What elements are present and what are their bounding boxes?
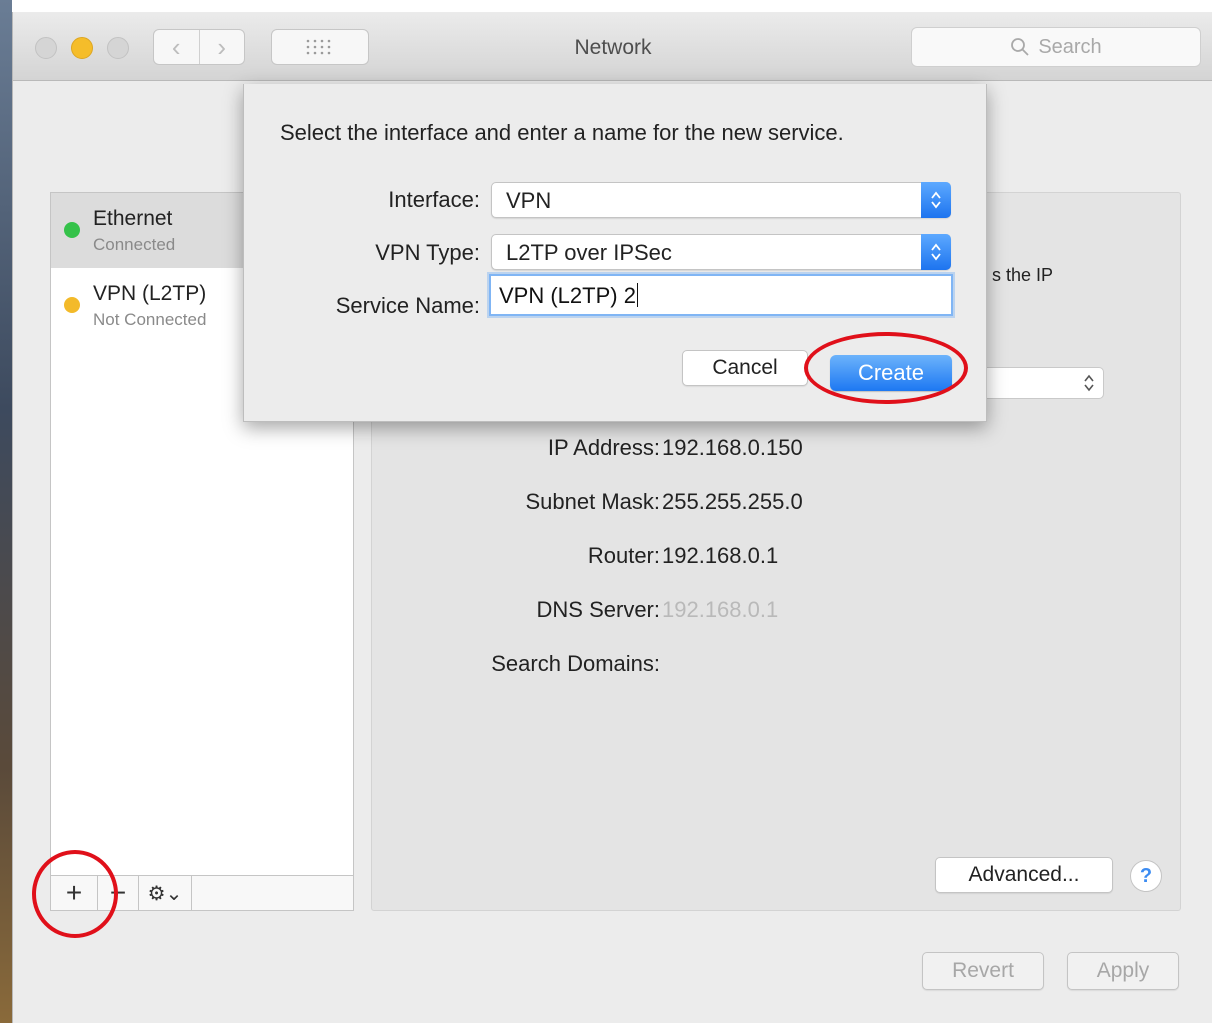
subnet-mask-value: 255.255.255.0 <box>662 489 803 514</box>
stepper-arrows-icon <box>921 182 951 218</box>
service-name-value: VPN (L2TP) 2 <box>499 283 638 308</box>
revert-button[interactable]: Revert <box>922 952 1044 990</box>
interface-popup[interactable]: VPN <box>491 182 951 218</box>
gear-icon: ⚙⌄ <box>147 882 183 905</box>
service-status: Not Connected <box>93 310 207 329</box>
cancel-button[interactable]: Cancel <box>682 350 808 386</box>
text-caret <box>636 283 638 307</box>
service-name: VPN (L2TP) <box>93 282 207 305</box>
search-field[interactable]: Search <box>911 27 1201 67</box>
vpn-type-value: L2TP over IPSec <box>506 240 672 265</box>
dns-server-value: 192.168.0.1 <box>662 597 779 622</box>
action-menu-button[interactable]: ⚙⌄ <box>139 876 191 910</box>
minus-icon: − <box>109 877 127 908</box>
stepper-arrows-icon <box>1084 374 1094 392</box>
network-preferences-window: ‹ › Network Search Ethernet Connected VP… <box>12 12 1212 1023</box>
vpn-type-popup[interactable]: L2TP over IPSec <box>491 234 951 270</box>
title-bar: ‹ › Network Search <box>13 12 1212 81</box>
sheet-instructions: Select the interface and enter a name fo… <box>280 120 844 145</box>
dns-server-label: DNS Server: <box>536 597 660 622</box>
ip-address-value: 192.168.0.150 <box>662 435 803 460</box>
apply-button[interactable]: Apply <box>1067 952 1179 990</box>
interface-value: VPN <box>506 188 552 213</box>
status-dot-connected <box>64 222 80 238</box>
toolbar-divider <box>191 876 192 910</box>
new-service-sheet: Select the interface and enter a name fo… <box>243 84 987 422</box>
status-dot-not-connected <box>64 297 80 313</box>
ip-address-label: IP Address: <box>547 435 660 460</box>
question-mark-icon: ? <box>1139 864 1153 887</box>
router-value: 192.168.0.1 <box>662 543 779 568</box>
status-description: s the IP <box>992 265 1054 285</box>
vpn-type-label: VPN Type: <box>375 240 480 265</box>
help-button[interactable]: ? <box>1130 860 1162 892</box>
add-service-button[interactable]: + <box>51 876 97 910</box>
service-list-toolbar: + − ⚙⌄ <box>50 875 354 911</box>
plus-icon: + <box>65 877 83 908</box>
interface-label: Interface: <box>388 187 480 212</box>
subnet-mask-label: Subnet Mask: <box>525 489 660 514</box>
configure-ipv4-popup[interactable] <box>972 367 1104 399</box>
desktop-edge <box>0 0 12 1023</box>
create-button[interactable]: Create <box>830 355 952 391</box>
router-label: Router: <box>587 543 660 568</box>
service-name-label: Service Name: <box>335 293 480 318</box>
search-icon <box>1011 38 1029 56</box>
advanced-button[interactable]: Advanced... <box>935 857 1113 893</box>
search-placeholder: Search <box>1038 35 1102 58</box>
stepper-arrows-icon <box>921 234 951 270</box>
service-name: Ethernet <box>93 207 173 230</box>
service-status: Connected <box>93 235 176 254</box>
remove-service-button[interactable]: − <box>98 876 138 910</box>
service-name-field[interactable]: VPN (L2TP) 2 <box>489 274 953 316</box>
search-domains-label: Search Domains: <box>491 651 660 676</box>
